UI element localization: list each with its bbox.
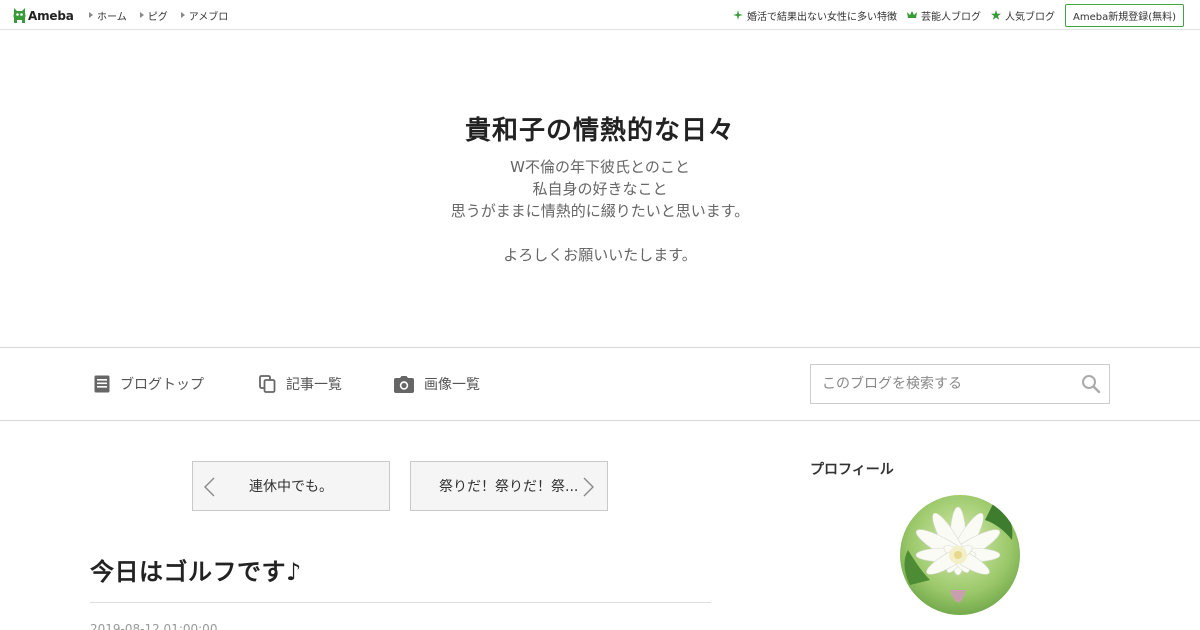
blog-search: [810, 364, 1110, 404]
description-line: [0, 222, 1200, 244]
next-entry-button[interactable]: 祭りだ！祭りだ！祭...: [410, 461, 608, 511]
nav-article-list[interactable]: 記事一覧: [259, 348, 342, 420]
description-line: よろしくお願いいたします。: [503, 246, 697, 264]
profile-avatar[interactable]: [900, 495, 1020, 615]
featured-link-label: 婚活で結果出ない女性に多い特徴: [746, 11, 897, 23]
nav-link-label: アメブロ: [188, 11, 229, 23]
featured-link-celebrity[interactable]: 芸能人ブログ: [906, 8, 981, 23]
description-line: 思うがままに情熱的に綴りたいと思います。: [450, 202, 750, 220]
nav-label: ブログトップ: [120, 377, 204, 393]
description-line: 私自身の好きなこと: [532, 180, 668, 198]
global-nav: ブログトップ 記事一覧 画像一覧: [0, 347, 1200, 421]
profile-heading: プロフィール: [810, 462, 894, 478]
featured-link-label: 人気ブログ: [1004, 11, 1055, 23]
nav-link-pigg[interactable]: ピグ: [139, 8, 168, 23]
chevron-left-icon: [204, 477, 215, 497]
ameba-mascot-icon: [13, 8, 26, 23]
nav-blog-top[interactable]: ブログトップ: [94, 348, 204, 420]
nav-label: 記事一覧: [286, 377, 342, 393]
blog-title[interactable]: 貴和子の情熱的な日々: [0, 110, 1200, 147]
flower-avatar-image: [900, 495, 1020, 615]
next-entry-label: 祭りだ！祭りだ！祭...: [439, 479, 579, 495]
nav-link-label: ピグ: [147, 11, 168, 23]
prev-entry-label: 連休中でも。: [249, 479, 333, 495]
description-line: W不倫の年下彼氏とのこと: [510, 158, 690, 176]
ameba-logo[interactable]: Ameba: [13, 6, 74, 25]
entry-divider: [90, 602, 711, 603]
caret-right-icon: [139, 12, 144, 18]
entry-title[interactable]: 今日はゴルフです♪: [90, 552, 302, 587]
document-icon: [94, 375, 110, 393]
featured-link-label: 芸能人ブログ: [920, 11, 981, 23]
caret-right-icon: [180, 12, 185, 18]
nav-link-label: ホーム: [97, 11, 127, 23]
search-input[interactable]: [811, 365, 1061, 403]
caret-right-icon: [89, 12, 93, 18]
service-links: ホーム ピグ アメブロ: [89, 0, 241, 30]
top-bar: Ameba ホーム ピグ アメブロ 婚活で結果出ない女性に多い特徴 芸能人ブログ…: [0, 0, 1200, 30]
nav-image-list[interactable]: 画像一覧: [394, 348, 480, 420]
logo-text: Ameba: [28, 8, 74, 23]
nav-label: 画像一覧: [424, 377, 480, 393]
nav-link-ameblo[interactable]: アメブロ: [180, 8, 229, 23]
featured-link-popular[interactable]: 人気ブログ: [990, 8, 1055, 23]
prev-entry-button[interactable]: 連休中でも。: [192, 461, 390, 511]
register-button[interactable]: Ameba新規登録(無料): [1064, 3, 1184, 27]
featured-link-konkatsu[interactable]: 婚活で結果出ない女性に多い特徴: [732, 8, 897, 23]
copy-icon: [259, 375, 276, 393]
search-icon[interactable]: [1081, 374, 1101, 394]
featured-links: 婚活で結果出ない女性に多い特徴 芸能人ブログ 人気ブログ Ameba新規登録(無…: [732, 0, 1200, 30]
nav-link-home[interactable]: ホーム: [89, 8, 127, 23]
crown-icon: [906, 11, 917, 18]
entry-date: 2019-08-12 01:00:00: [90, 622, 218, 630]
camera-icon: [394, 375, 414, 393]
star-icon: [990, 10, 1001, 20]
sparkle-icon: [732, 10, 743, 20]
blog-description: W不倫の年下彼氏とのこと 私自身の好きなこと 思うがままに情熱的に綴りたいと思い…: [0, 156, 1200, 266]
chevron-right-icon: [583, 477, 594, 497]
